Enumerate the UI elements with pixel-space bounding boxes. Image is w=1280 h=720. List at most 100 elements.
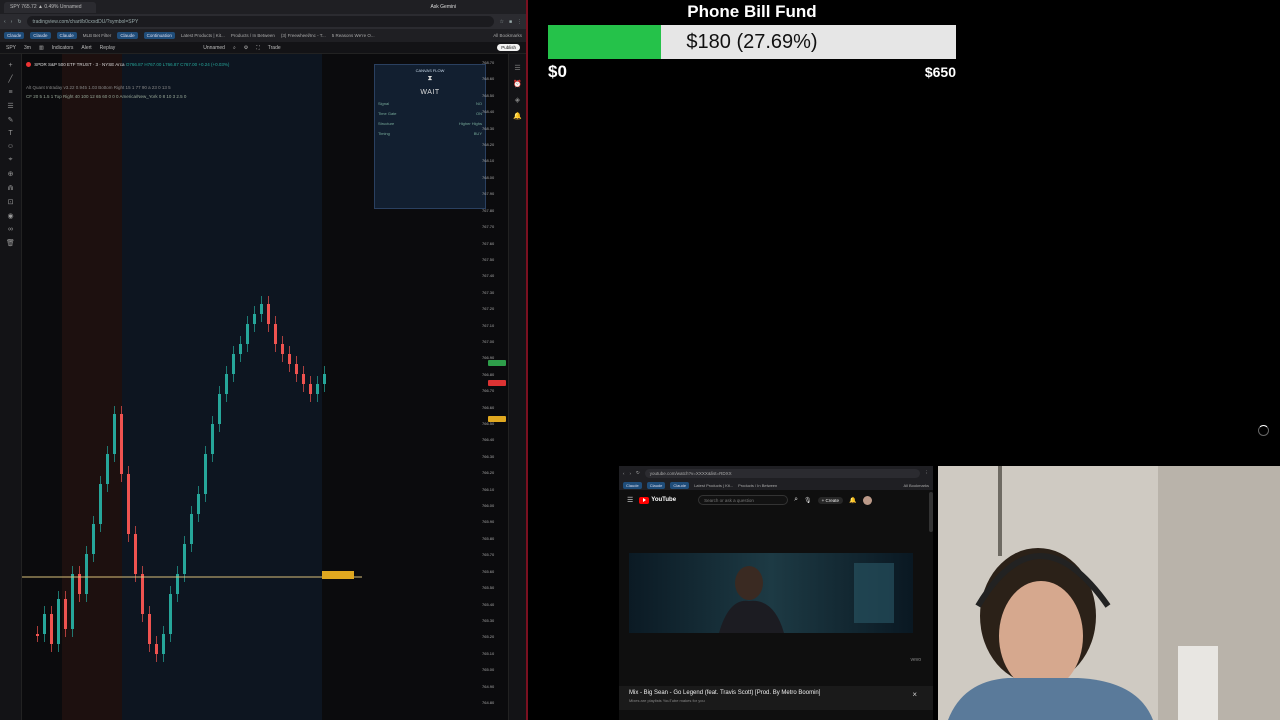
price-chart[interactable]: SPDR S&P 500 ETF TRUST · 3 · NYSE Arca O…	[22, 54, 508, 720]
yt-header: ☰ YouTube Search or ask a question ⌕ 🎙 +…	[619, 490, 933, 510]
ask-gemini-button[interactable]: Ask Gemini	[430, 4, 456, 10]
emoji-icon[interactable]: ☺	[7, 143, 14, 150]
gear-icon[interactable]: ⚙	[244, 45, 248, 51]
brush-icon[interactable]: ✎	[8, 116, 14, 124]
candle-body	[71, 574, 74, 629]
symbol-search[interactable]: SPY	[6, 45, 16, 51]
bookmark-item[interactable]: (3) Freewheel/Inc - T...	[281, 33, 326, 38]
bookmark-item[interactable]: Claude	[670, 481, 690, 489]
extensions-icon[interactable]: ■	[509, 19, 512, 25]
candle-body	[148, 614, 151, 644]
reload-icon[interactable]: ↻	[17, 19, 21, 25]
price-axis-label: 765.90	[482, 519, 495, 525]
search-icon[interactable]: ⌕	[794, 496, 798, 504]
flow-row: Timing BUY	[378, 131, 482, 136]
bookmark-item[interactable]: 5 Reasons We're O...	[332, 33, 375, 38]
alert-button[interactable]: Alert	[81, 45, 91, 51]
candle-body	[64, 599, 67, 629]
eye-icon[interactable]: ◉	[7, 212, 13, 220]
bell-icon[interactable]: 🔔	[849, 497, 856, 504]
indicators-button[interactable]: Indicators	[52, 45, 74, 51]
create-button[interactable]: + Create	[817, 496, 844, 504]
browser-tab-spy[interactable]: SPY 765.72 ▲ 0.49% Unnamed	[4, 1, 96, 13]
bookmark-item[interactable]: Latest Products | Kit...	[181, 33, 225, 38]
avatar[interactable]	[862, 495, 872, 505]
back-icon[interactable]: ‹	[4, 19, 6, 25]
scrollbar[interactable]	[929, 492, 933, 532]
publish-button[interactable]: Publish	[497, 44, 520, 51]
fib-icon[interactable]: ☰	[7, 102, 13, 110]
star-icon[interactable]: ☆	[499, 19, 503, 25]
text-icon[interactable]: T	[8, 130, 12, 137]
bookmark-item[interactable]: Products / In Between	[231, 33, 275, 38]
address-bar[interactable]: tradingview.com/chart/b0cxxdDU/?symbol=S…	[26, 16, 495, 27]
mix-title[interactable]: Mix - Big Sean - Go Legend (feat. Travis…	[629, 690, 923, 696]
ruler-icon[interactable]: ⌖	[9, 156, 13, 164]
screen: SPY 765.72 ▲ 0.49% Unnamed Ask Gemini ‹ …	[0, 0, 1280, 720]
forward-icon[interactable]: ›	[11, 19, 13, 25]
price-axis-label: 766.70	[482, 388, 495, 394]
close-icon[interactable]: ×	[912, 690, 917, 699]
reload-icon[interactable]: ↻	[636, 470, 640, 476]
trendline-icon[interactable]: ╱	[8, 75, 12, 83]
candles-icon[interactable]: ▥	[39, 45, 44, 51]
flow-row-label: Timing	[378, 131, 390, 136]
indicator-legend-2[interactable]: CF 20 5 1.5 1 Top Right 40 100 12 65 60 …	[26, 94, 186, 99]
layout-name[interactable]: Unnamed	[203, 45, 225, 51]
replay-button[interactable]: Replay	[100, 45, 116, 51]
candle-body	[274, 324, 277, 344]
bookmark-item[interactable]: Continuation	[143, 32, 175, 39]
hamburger-icon[interactable]: ☰	[627, 496, 633, 504]
bookmark-item[interactable]: Claude	[117, 32, 138, 39]
price-axis-label: 768.50	[482, 92, 495, 98]
link-icon[interactable]: ∞	[8, 226, 13, 233]
price-axis-label: 768.00	[482, 174, 495, 180]
candle-body	[155, 644, 158, 654]
indicator-legend-1[interactable]: Alt Quant Intraday v3.22 0.945 1.03 Bott…	[26, 85, 171, 90]
search-icon[interactable]: ⌕	[233, 45, 236, 51]
price-axis-label: 767.70	[482, 224, 495, 230]
candle-body	[36, 634, 39, 636]
hourglass-icon: ⧗	[427, 75, 433, 82]
alerts-icon[interactable]: ⏰	[513, 80, 522, 88]
candle-body	[113, 414, 116, 454]
interval-selector[interactable]: 3m	[24, 45, 31, 51]
zoom-icon[interactable]: ⊕	[8, 170, 14, 178]
trade-button[interactable]: Trade	[268, 45, 281, 51]
price-axis-label: 767.30	[482, 289, 495, 295]
horizontal-line-icon[interactable]: ≡	[8, 89, 12, 96]
yt-search-input[interactable]: Search or ask a question	[698, 495, 789, 505]
bookmark-item[interactable]: Claude	[4, 32, 25, 39]
candle-body	[141, 574, 144, 614]
video-player[interactable]	[629, 553, 913, 633]
crosshair-icon[interactable]: +	[8, 62, 12, 69]
back-icon[interactable]: ‹	[623, 471, 625, 476]
watchlist-icon[interactable]: ☰	[514, 64, 520, 72]
bookmark-item[interactable]: Latest Products | Kit...	[694, 483, 733, 488]
all-bookmarks[interactable]: All Bookmarks	[493, 33, 522, 38]
layers-icon[interactable]: ◈	[515, 96, 520, 104]
bookmark-item[interactable]: Claude	[30, 32, 51, 39]
bookmark-item[interactable]: Claude	[56, 32, 77, 39]
mic-icon[interactable]: 🎙	[804, 497, 812, 504]
fullscreen-icon[interactable]: ⛶	[256, 45, 260, 51]
menu-icon[interactable]: ⋮	[925, 470, 930, 476]
all-bookmarks[interactable]: All Bookmarks	[903, 483, 929, 488]
magnet-icon[interactable]: ⋒	[8, 184, 14, 192]
lock-icon[interactable]: ⊡	[8, 198, 14, 206]
bookmark-item[interactable]: Claude	[646, 481, 666, 489]
forward-icon[interactable]: ›	[630, 471, 632, 476]
notifications-icon[interactable]: 🔔	[513, 112, 522, 120]
bookmark-item[interactable]: MLB Bet Filter	[83, 33, 112, 38]
menu-icon[interactable]: ⋮	[517, 19, 522, 25]
youtube-logo[interactable]: YouTube	[639, 496, 676, 504]
price-axis-label: 767.40	[482, 273, 495, 279]
price-axis-label: 766.10	[482, 486, 495, 492]
youtube-window: ‹ › ↻ youtube.com/watch?v=XXXX&list=RDXX…	[619, 466, 933, 720]
flow-row: Signal NO	[378, 101, 482, 106]
trash-icon[interactable]: 🗑	[6, 239, 15, 247]
bookmark-item[interactable]: Claude	[623, 481, 642, 489]
flow-row-value: NO	[476, 101, 482, 106]
yt-address-bar[interactable]: youtube.com/watch?v=XXXX&list=RDXX	[644, 468, 920, 478]
bookmark-item[interactable]: Products / In Between	[738, 483, 777, 488]
